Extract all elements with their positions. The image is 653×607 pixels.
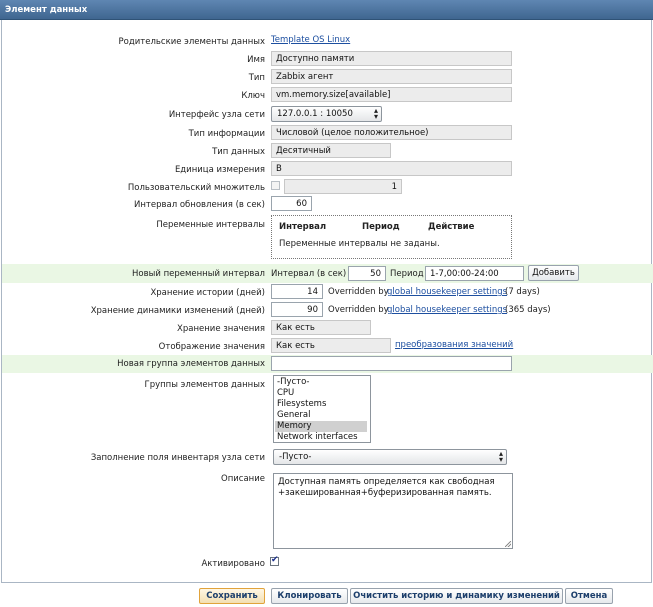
enabled-checkbox[interactable] (270, 555, 279, 566)
flex-intervals-label: Переменные интервалы (156, 220, 265, 230)
save-button[interactable]: Сохранить (199, 588, 265, 604)
row-interface: Интерфейс узла сети 127.0.0.1 : 10050 ▴ ▾ (2, 106, 653, 124)
history-overridden-text: Overridden by (328, 287, 389, 297)
row-new-application: Новая группа элементов данных (2, 355, 653, 373)
units-label: Единица измерения (174, 165, 265, 175)
value-mapping-link[interactable]: преобразования значений (395, 340, 513, 350)
row-trends: Хранение динамики изменений (дней) 90 Ov… (2, 302, 653, 320)
description-line-1: Доступная память определяется как свобод… (278, 477, 495, 487)
multiplier-field[interactable]: 1 (284, 179, 402, 194)
store-value-label: Хранение значения (177, 324, 265, 334)
row-store-value: Хранение значения Как есть (2, 320, 653, 338)
applications-label: Группы элементов данных (144, 380, 265, 390)
col-action-header: Действие (428, 222, 475, 232)
trends-housekeeper-link[interactable]: global housekeeper settings (387, 305, 507, 315)
clone-button[interactable]: Клонировать (271, 588, 348, 604)
parent-label: Родительские элементы данных (118, 37, 265, 47)
cancel-button[interactable]: Отмена (565, 588, 613, 604)
inventory-select-value: -Пусто- (279, 452, 312, 462)
flex-intervals-empty: Переменные интервалы не заданы. (279, 239, 440, 249)
application-option[interactable]: Filesystems (275, 399, 367, 410)
new-flex-period-input[interactable]: 1-7,00:00-24:00 (425, 266, 524, 281)
row-new-flex: Новый переменный интервал Интервал (в се… (2, 264, 653, 283)
data-type-field[interactable]: Десятичный (271, 143, 391, 158)
trends-label: Хранение динамики изменений (дней) (90, 306, 265, 316)
multiplier-checkbox[interactable] (271, 181, 280, 190)
row-multiplier: Пользовательский множитель 1 (2, 179, 653, 197)
description-line-2: +закешированная+буферизированная память. (278, 488, 492, 498)
type-field[interactable]: Zabbix агент (271, 69, 512, 84)
multiplier-label: Пользовательский множитель (127, 183, 265, 193)
resize-grip-icon[interactable] (505, 541, 511, 547)
row-update-interval: Интервал обновления (в сек) 60 (2, 196, 653, 214)
row-data-type: Тип данных Десятичный (2, 143, 653, 161)
form-title-bar: Элемент данных (0, 0, 653, 20)
row-info-type: Тип информации Числовой (целое положител… (2, 125, 653, 143)
flex-intervals-table: Интервал Период Действие Переменные инте… (271, 215, 512, 259)
application-option[interactable]: General (275, 410, 367, 421)
trends-suffix: (365 days) (505, 305, 551, 315)
new-flex-label: Новый переменный интервал (132, 269, 265, 279)
interface-label: Интерфейс узла сети (168, 110, 265, 120)
add-flex-button[interactable]: Добавить (528, 265, 579, 281)
description-textarea[interactable]: Доступная память определяется как свобод… (273, 473, 513, 549)
key-field[interactable]: vm.memory.size[available] (271, 87, 512, 102)
row-inventory: Заполнение поля инвентаря узла сети -Пус… (2, 449, 653, 467)
col-interval-header: Интервал (279, 222, 327, 232)
update-interval-label: Интервал обновления (в сек) (134, 200, 265, 210)
inventory-select[interactable]: -Пусто- ▴ ▾ (273, 449, 507, 465)
new-application-label: Новая группа элементов данных (117, 359, 265, 369)
history-input[interactable]: 14 (271, 284, 323, 299)
history-label: Хранение истории (дней) (150, 288, 265, 298)
application-option[interactable]: -Пусто- (275, 377, 367, 388)
info-type-field[interactable]: Числовой (целое положительное) (271, 125, 512, 140)
row-history: Хранение истории (дней) 14 Overridden by… (2, 284, 653, 302)
new-application-input[interactable] (271, 356, 512, 371)
item-form: Родительские элементы данных Template OS… (1, 20, 653, 582)
row-units: Единица измерения B (2, 161, 653, 179)
new-flex-period-label: Период (390, 269, 424, 279)
units-field[interactable]: B (271, 161, 512, 176)
clear-history-button[interactable]: Очистить историю и динамику изменений (350, 588, 563, 604)
description-label: Описание (221, 474, 265, 484)
new-flex-interval-label: Интервал (в сек) (271, 269, 347, 279)
show-value-label: Отображение значения (158, 342, 265, 352)
trends-input[interactable]: 90 (271, 302, 323, 317)
trends-overridden-text: Overridden by (328, 305, 389, 315)
updown-arrows-icon: ▴ ▾ (498, 449, 503, 464)
inventory-label: Заполнение поля инвентаря узла сети (90, 453, 265, 463)
row-show-value: Отображение значения Как есть преобразов… (2, 338, 653, 356)
row-name: Имя Доступно памяти (2, 51, 653, 69)
row-key: Ключ vm.memory.size[available] (2, 87, 653, 105)
show-value-field[interactable]: Как есть (271, 338, 391, 353)
key-label: Ключ (241, 91, 265, 101)
application-option[interactable]: CPU (275, 388, 367, 399)
history-suffix: (7 days) (505, 287, 540, 297)
interface-select-value: 127.0.0.1 : 10050 (277, 109, 353, 119)
parent-template-link[interactable]: Template OS Linux (271, 35, 350, 45)
info-type-label: Тип информации (188, 129, 265, 139)
name-field[interactable]: Доступно памяти (271, 51, 512, 66)
update-interval-input[interactable]: 60 (271, 196, 312, 211)
form-buttons-bar: Сохранить Клонировать Очистить историю и… (1, 582, 652, 607)
application-option[interactable]: Network interfaces (275, 432, 367, 443)
row-type: Тип Zabbix агент (2, 69, 653, 87)
store-value-field[interactable]: Как есть (271, 320, 371, 335)
row-parent: Родительские элементы данных Template OS… (2, 33, 653, 51)
enabled-label: Активировано (201, 559, 265, 569)
applications-listbox[interactable]: -Пусто- CPU Filesystems General Memory N… (273, 375, 371, 443)
history-housekeeper-link[interactable]: global housekeeper settings (387, 287, 507, 297)
type-label: Тип (248, 73, 265, 83)
col-period-header: Период (362, 222, 400, 232)
form-title: Элемент данных (5, 5, 88, 15)
name-label: Имя (247, 55, 265, 65)
data-type-label: Тип данных (212, 147, 265, 157)
interface-select[interactable]: 127.0.0.1 : 10050 ▴ ▾ (271, 106, 382, 122)
updown-arrows-icon: ▴ ▾ (373, 106, 378, 121)
new-flex-interval-input[interactable]: 50 (348, 266, 386, 281)
application-option-selected[interactable]: Memory (275, 421, 367, 432)
row-enabled: Активировано (2, 555, 653, 573)
